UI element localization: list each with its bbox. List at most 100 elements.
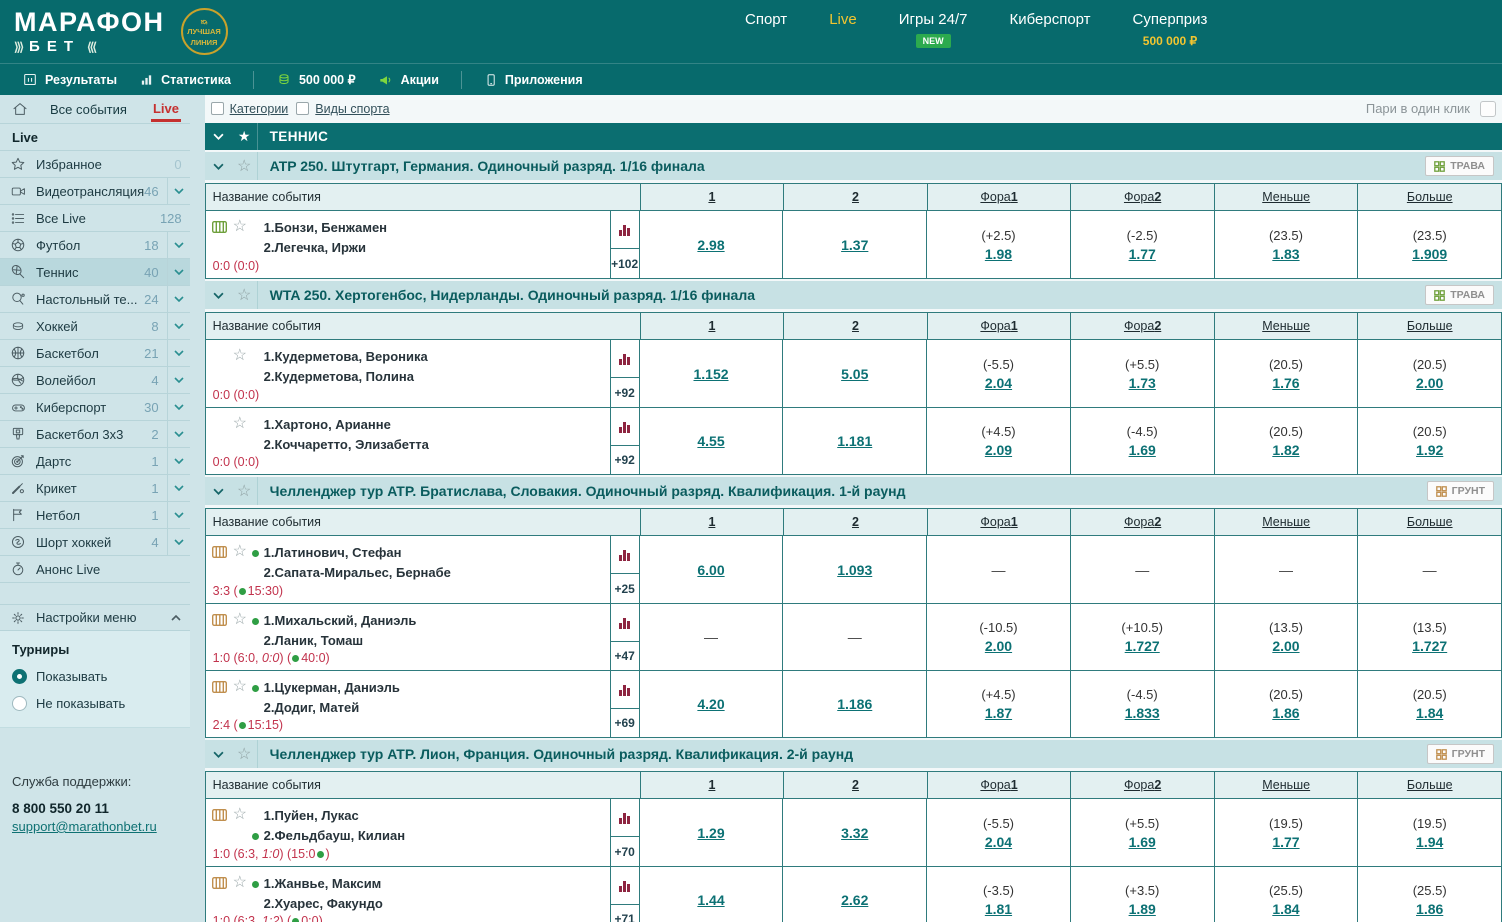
chevron-down-icon[interactable] [167, 448, 190, 474]
column-header[interactable]: 2 [783, 313, 927, 339]
sport-star-icon[interactable]: ★ [232, 128, 257, 145]
statistics-icon[interactable] [611, 536, 639, 573]
more-markets-link[interactable]: +47 [611, 641, 639, 670]
statistics-icon[interactable] [611, 671, 639, 708]
sidebar-item-football[interactable]: Футбол18 [0, 232, 190, 259]
column-header[interactable]: Меньше [1214, 313, 1358, 339]
favorite-star-icon[interactable]: ☆ [233, 349, 247, 362]
chevron-down-icon[interactable] [167, 394, 190, 420]
odds-value[interactable]: 1.833 [1125, 705, 1160, 721]
player-name[interactable]: 2.Фельдбауш, Килиан [264, 826, 405, 846]
chevron-down-icon[interactable] [167, 502, 190, 528]
player-name[interactable]: 1.Бонзи, Бенжамен [264, 218, 387, 238]
tournament-star-icon[interactable]: ☆ [232, 748, 257, 761]
sidebar-item-favstar[interactable]: Избранное0 [0, 151, 190, 178]
tournament-star-icon[interactable]: ☆ [232, 160, 257, 173]
tournament-star-icon[interactable]: ☆ [232, 289, 257, 302]
sidebar-item-cricket[interactable]: Крикет1 [0, 475, 190, 502]
odds-value[interactable]: 1.181 [837, 433, 872, 449]
player-name[interactable]: 1.Кудерметова, Вероника [264, 347, 428, 367]
column-header[interactable]: Фора1 [927, 772, 1071, 798]
home-icon[interactable] [12, 101, 28, 117]
column-header[interactable]: 2 [783, 509, 927, 535]
odds-value[interactable]: 1.83 [1272, 246, 1299, 262]
statistics-icon[interactable] [611, 408, 639, 445]
player-name[interactable]: 2.Ланик, Томаш [264, 631, 417, 651]
more-markets-link[interactable]: +69 [611, 708, 639, 737]
more-markets-link[interactable]: +92 [611, 377, 639, 407]
odds-value[interactable]: 3.32 [841, 825, 868, 841]
odds-value[interactable]: 1.69 [1129, 442, 1156, 458]
subnav-item[interactable]: Результаты [22, 72, 117, 87]
tournament-star-icon[interactable]: ☆ [232, 485, 257, 498]
tournaments-radio-option[interactable]: Не показывать [12, 696, 178, 711]
chevron-down-icon[interactable] [167, 178, 190, 204]
column-header[interactable]: Фора1 [927, 184, 1071, 210]
player-name[interactable]: 1.Цукерман, Даниэль [264, 678, 400, 698]
column-header[interactable]: Меньше [1214, 184, 1358, 210]
odds-value[interactable]: 1.89 [1129, 901, 1156, 917]
sidebar-item-netball[interactable]: Нетбол1 [0, 502, 190, 529]
odds-value[interactable]: 1.29 [697, 825, 724, 841]
column-header[interactable]: 1 [640, 509, 784, 535]
subnav-item[interactable]: Приложения [484, 72, 583, 88]
favorite-star-icon[interactable]: ☆ [233, 808, 247, 821]
odds-value[interactable]: 1.77 [1129, 246, 1156, 262]
column-header[interactable]: 1 [640, 184, 784, 210]
chevron-down-icon[interactable] [167, 529, 190, 555]
chevron-down-icon[interactable] [167, 340, 190, 366]
chevron-down-icon[interactable] [205, 163, 232, 170]
odds-value[interactable]: 2.98 [697, 237, 724, 253]
favorite-star-icon[interactable]: ☆ [233, 220, 247, 233]
odds-value[interactable]: 1.152 [693, 366, 728, 382]
odds-value[interactable]: 2.00 [1272, 638, 1299, 654]
column-header[interactable]: Меньше [1214, 772, 1358, 798]
player-name[interactable]: 1.Хартоно, Арианне [264, 415, 429, 435]
sidebar-item-basketball[interactable]: Баскетбол21 [0, 340, 190, 367]
odds-value[interactable]: 2.09 [985, 442, 1012, 458]
odds-value[interactable]: 1.909 [1412, 246, 1447, 262]
odds-value[interactable]: 1.37 [841, 237, 868, 253]
sidebar-menu-settings[interactable]: Настройки меню [0, 604, 190, 631]
sidebar-item-tabletennis[interactable]: Настольный те...24 [0, 286, 190, 313]
statistics-icon[interactable] [611, 799, 639, 836]
categories-link[interactable]: Категории [230, 102, 289, 116]
topnav-item[interactable]: Игры 24/7NEW [899, 11, 968, 48]
favorite-star-icon[interactable]: ☆ [233, 680, 247, 693]
odds-value[interactable]: 1.81 [985, 901, 1012, 917]
tab-live[interactable]: Live [151, 97, 181, 122]
subnav-item[interactable]: 500 000 ₽ [276, 72, 356, 88]
player-name[interactable]: 2.Коччаретто, Элизабетта [264, 435, 429, 455]
column-header[interactable]: Больше [1357, 313, 1501, 339]
statistics-icon[interactable] [611, 211, 639, 248]
sidebar-item-darts[interactable]: Дартс1 [0, 448, 190, 475]
tournaments-radio-option[interactable]: Показывать [12, 669, 178, 684]
favorite-star-icon[interactable]: ☆ [233, 545, 247, 558]
favorite-star-icon[interactable]: ☆ [233, 417, 247, 430]
topnav-item[interactable]: Live [829, 11, 857, 48]
odds-value[interactable]: 5.05 [841, 366, 868, 382]
one-click-checkbox[interactable] [1480, 101, 1496, 117]
odds-value[interactable]: 2.00 [1416, 375, 1443, 391]
odds-value[interactable]: 1.186 [837, 696, 872, 712]
player-name[interactable]: 1.Латинович, Стефан [264, 543, 451, 563]
odds-value[interactable]: 1.69 [1129, 834, 1156, 850]
chevron-down-icon[interactable] [167, 232, 190, 258]
odds-value[interactable]: 1.73 [1129, 375, 1156, 391]
tab-all-events[interactable]: Все события [50, 102, 127, 117]
sidebar-item-hockey[interactable]: Хоккей8 [0, 313, 190, 340]
column-header[interactable]: 1 [640, 772, 784, 798]
odds-value[interactable]: 1.84 [1416, 705, 1443, 721]
odds-value[interactable]: 2.04 [985, 834, 1012, 850]
brand-logo[interactable]: МАРАФОН ⟩⟩⟩ БЕТ ⟨⟨⟨ 🙒 ЛУЧШАЯ ЛИНИЯ [14, 8, 228, 55]
sidebar-item-stopwatch[interactable]: Анонс Live [0, 556, 190, 583]
player-name[interactable]: 2.Хуарес, Факундо [264, 894, 383, 914]
sidebar-item-shorthockey[interactable]: Шорт хоккей4 [0, 529, 190, 556]
radio-button[interactable] [12, 669, 27, 684]
odds-value[interactable]: 4.55 [697, 433, 724, 449]
statistics-icon[interactable] [611, 604, 639, 641]
chevron-down-icon[interactable] [167, 475, 190, 501]
chevron-down-icon[interactable] [167, 259, 190, 285]
chevron-down-icon[interactable] [167, 286, 190, 312]
column-header[interactable]: Больше [1357, 184, 1501, 210]
